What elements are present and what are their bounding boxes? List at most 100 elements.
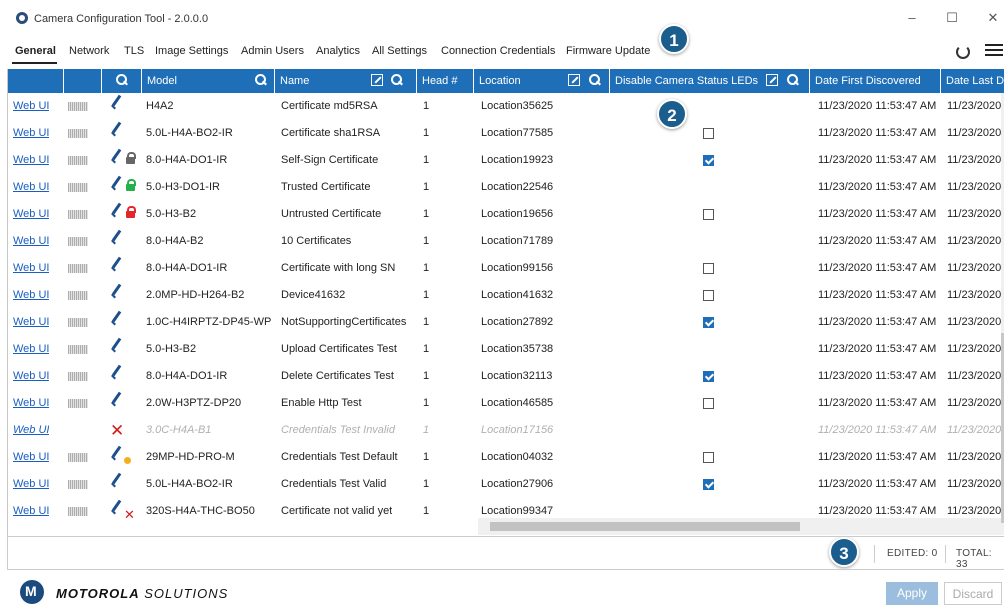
- apply-button[interactable]: Apply: [886, 582, 938, 605]
- disable-leds-checkbox[interactable]: [703, 209, 714, 220]
- table-row[interactable]: Web UI 1.0C-H4IRPTZ-DP45-WP NotSupportingC…: [8, 309, 1004, 336]
- web-ui-link[interactable]: Web UI: [13, 255, 49, 282]
- disable-leds-checkbox[interactable]: [703, 398, 714, 409]
- camera-thumbnail: [68, 507, 88, 516]
- disable-leds-checkbox[interactable]: [703, 263, 714, 274]
- camera-thumbnail: [68, 156, 88, 165]
- app-icon: [16, 12, 28, 24]
- model-cell: 2.0MP-HD-H264-B2: [146, 289, 245, 301]
- web-ui-link[interactable]: Web UI: [13, 147, 49, 174]
- header-location[interactable]: Location: [474, 69, 610, 93]
- refresh-icon[interactable]: [956, 45, 970, 59]
- lock-icon: [126, 152, 136, 164]
- table-row[interactable]: Web UI 2.0MP-HD-H264-B2 Device41632 1 Locati…: [8, 282, 1004, 309]
- last-discovered-cell: 11/23/2020: [947, 397, 1002, 409]
- check-icon: [110, 451, 124, 465]
- model-cell: 5.0L-H4A-BO2-IR: [146, 127, 233, 139]
- header-first-discovered[interactable]: Date First Discovered: [810, 69, 941, 93]
- model-cell: H4A2: [146, 100, 174, 112]
- tab-tls[interactable]: TLS: [124, 45, 144, 57]
- warning-icon: [124, 457, 131, 464]
- table-row[interactable]: Web UI H4A2 Certificate md5RSA 1 Location356…: [8, 93, 1004, 120]
- web-ui-link[interactable]: Web UI: [13, 174, 49, 201]
- tab-all-settings[interactable]: All Settings: [372, 45, 427, 57]
- tab-admin-users[interactable]: Admin Users: [241, 45, 304, 57]
- web-ui-link[interactable]: Web UI: [13, 498, 49, 525]
- discard-button[interactable]: Discard: [944, 582, 1002, 605]
- error-x-icon: ✕: [110, 421, 125, 440]
- menu-icon[interactable]: [985, 44, 1003, 58]
- disable-leds-checkbox[interactable]: [703, 290, 714, 301]
- last-discovered-cell: 11/23/2020: [947, 181, 1002, 193]
- web-ui-link[interactable]: Web UI: [13, 471, 49, 498]
- table-row[interactable]: Web UI 5.0-H3-B2 Upload Certificates Test 1…: [8, 336, 1004, 363]
- header-model[interactable]: Model: [142, 69, 275, 93]
- last-discovered-cell: 11/23/2020: [947, 154, 1002, 166]
- check-icon: [110, 100, 124, 114]
- minimize-button[interactable]: –: [899, 9, 925, 27]
- web-ui-link[interactable]: Web UI: [13, 444, 49, 471]
- disable-leds-checkbox[interactable]: [703, 155, 714, 166]
- web-ui-link[interactable]: Web UI: [13, 228, 49, 255]
- web-ui-link[interactable]: Web UI: [13, 120, 49, 147]
- tab-connection-credentials[interactable]: Connection Credentials: [441, 45, 555, 57]
- head-cell: 1: [423, 262, 430, 274]
- horizontal-scrollbar[interactable]: [478, 518, 1004, 535]
- maximize-button[interactable]: ☐: [939, 9, 965, 27]
- tab-image-settings[interactable]: Image Settings: [155, 45, 228, 57]
- web-ui-link[interactable]: Web UI: [13, 363, 49, 390]
- search-icon[interactable]: [589, 74, 601, 86]
- table-row[interactable]: Web UI 5.0L-H4A-BO2-IR Credentials Test Va…: [8, 471, 1004, 498]
- search-icon[interactable]: [255, 74, 267, 86]
- disable-leds-checkbox[interactable]: [703, 128, 714, 139]
- table-row[interactable]: Web UI 8.0-H4A-DO1-IR Certificate with lon…: [8, 255, 1004, 282]
- table-row[interactable]: Web UI ✕ 3.0C-H4A-B1 Credentials Test Inval…: [8, 417, 1004, 444]
- head-cell: 1: [423, 478, 430, 490]
- web-ui-link[interactable]: Web UI: [13, 390, 49, 417]
- table-row[interactable]: Web UI 5.0-H3-B2 Untrusted Certificate 1 Loc…: [8, 201, 1004, 228]
- tab-analytics[interactable]: Analytics: [316, 45, 360, 57]
- tab-network[interactable]: Network: [69, 45, 109, 57]
- model-cell: 5.0L-H4A-BO2-IR: [146, 478, 233, 490]
- header-status[interactable]: [102, 69, 142, 93]
- edit-icon[interactable]: [371, 74, 383, 86]
- table-row[interactable]: Web UI 5.0L-H4A-BO2-IR Certificate sha1RSA…: [8, 120, 1004, 147]
- table-row[interactable]: Web UI 5.0-H3-DO1-IR Trusted Certificate 1 L…: [8, 174, 1004, 201]
- web-ui-link[interactable]: Web UI: [13, 309, 49, 336]
- web-ui-link[interactable]: Web UI: [13, 201, 49, 228]
- callout-badge-1: 1: [659, 24, 689, 54]
- web-ui-link[interactable]: Web UI: [13, 417, 49, 444]
- search-icon[interactable]: [391, 74, 403, 86]
- header-head[interactable]: Head #: [417, 69, 474, 93]
- search-icon[interactable]: [116, 74, 128, 86]
- location-cell: Location35625: [481, 100, 554, 112]
- header-leds[interactable]: Disable Camera Status LEDs: [610, 69, 810, 93]
- close-button[interactable]: ✕: [980, 9, 1004, 27]
- table-row[interactable]: Web UI 8.0-H4A-B2 10 Certificates 1 Location…: [8, 228, 1004, 255]
- table-row[interactable]: Web UI 2.0W-H3PTZ-DP20 Enable Http Test 1 Lo…: [8, 390, 1004, 417]
- disable-leds-checkbox[interactable]: [703, 452, 714, 463]
- horizontal-scroll-thumb[interactable]: [490, 522, 800, 531]
- table-row[interactable]: Web UI 8.0-H4A-DO1-IR Delete Certificates …: [8, 363, 1004, 390]
- web-ui-link[interactable]: Web UI: [13, 282, 49, 309]
- table-row[interactable]: Web UI 29MP-HD-PRO-M Credentials Test Defa…: [8, 444, 1004, 471]
- edit-icon[interactable]: [766, 74, 778, 86]
- location-cell: Location35738: [481, 343, 554, 355]
- header-last-discovered[interactable]: Date Last D: [941, 69, 1004, 93]
- header-name[interactable]: Name: [275, 69, 417, 93]
- name-cell: Device41632: [281, 289, 346, 301]
- disable-leds-checkbox[interactable]: [703, 317, 714, 328]
- last-discovered-cell: 11/23/2020: [947, 262, 1002, 274]
- table-row[interactable]: Web UI 8.0-H4A-DO1-IR Self-Sign Certificat…: [8, 147, 1004, 174]
- tab-firmware-update[interactable]: Firmware Update: [566, 45, 650, 57]
- web-ui-link[interactable]: Web UI: [13, 336, 49, 363]
- tab-general[interactable]: General: [15, 45, 56, 57]
- web-ui-link[interactable]: Web UI: [13, 93, 49, 120]
- search-icon[interactable]: [787, 74, 799, 86]
- check-icon: [110, 262, 124, 276]
- edit-icon[interactable]: [568, 74, 580, 86]
- disable-leds-checkbox[interactable]: [703, 479, 714, 490]
- disable-leds-checkbox[interactable]: [703, 371, 714, 382]
- last-discovered-cell: 11/23/2020: [947, 100, 1002, 112]
- camera-thumbnail: [68, 453, 88, 462]
